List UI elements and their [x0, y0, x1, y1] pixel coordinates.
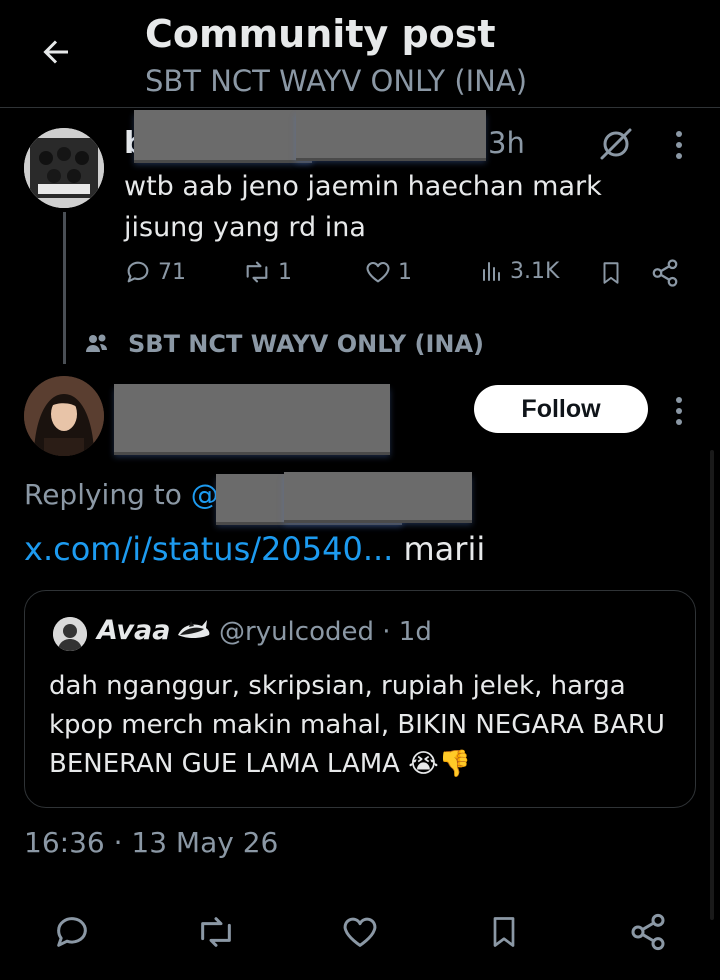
- reply-icon: [127, 261, 149, 283]
- reply-icon: [57, 917, 87, 947]
- repost-count: 1: [278, 259, 292, 285]
- quoted-tweet-avatar[interactable]: [53, 617, 87, 651]
- community-label: SBT NCT WAYV ONLY (INA): [128, 330, 485, 358]
- like-button[interactable]: [338, 910, 382, 954]
- share-button[interactable]: [626, 910, 670, 954]
- heart-icon: [366, 261, 390, 283]
- like-action[interactable]: 1: [364, 258, 412, 286]
- main-tweet-avatar[interactable]: [24, 376, 104, 456]
- parent-tweet-avatar[interactable]: [24, 128, 104, 208]
- main-tweet-text-after-link: marii: [393, 530, 486, 568]
- community-icon: [86, 334, 107, 352]
- share-action[interactable]: [650, 258, 680, 288]
- status-link[interactable]: x.com/i/status/20540...: [24, 530, 393, 568]
- views-action[interactable]: 3.1K: [480, 258, 559, 284]
- arrow-left-icon: [43, 40, 68, 64]
- more-options-icon[interactable]: [664, 128, 694, 162]
- page-title: Community post: [145, 12, 496, 56]
- redaction-block: [296, 110, 486, 158]
- analytics-icon: [483, 262, 500, 281]
- scrollbar[interactable]: [710, 450, 714, 920]
- bottom-action-bar: [0, 900, 720, 966]
- repost-action[interactable]: 1: [242, 258, 292, 286]
- reply-count: 71: [158, 259, 186, 285]
- main-tweet-text: x.com/i/status/20540... marii: [24, 530, 485, 568]
- quoted-tweet[interactable]: Avaa @ryulcoded · 1d dah nganggur, skrip…: [24, 590, 696, 808]
- like-count: 1: [398, 259, 412, 285]
- tweet-timestamp[interactable]: 16:36 · 13 May 26: [24, 826, 278, 859]
- bookmark-action[interactable]: [598, 258, 624, 288]
- quoted-author-name[interactable]: Avaa: [97, 615, 170, 646]
- community-name[interactable]: SBT NCT WAYV ONLY (INA): [145, 64, 527, 98]
- replying-prefix: Replying to: [24, 478, 191, 511]
- reply-action[interactable]: 71: [124, 258, 186, 286]
- repost-icon: [246, 261, 268, 283]
- bookmark-button[interactable]: [482, 910, 526, 954]
- orca-emoji-icon: [175, 615, 211, 649]
- replying-handle[interactable]: @: [191, 478, 219, 511]
- parent-tweet-text: wtb aab jeno jaemin haechan mark jisung …: [124, 171, 602, 243]
- redaction-block: [134, 110, 312, 160]
- repost-icon: [201, 917, 231, 947]
- replying-to: Replying to @: [24, 478, 219, 511]
- view-count: 3.1K: [510, 258, 560, 284]
- parent-tweet-actions: 71 1 1 3.1K: [124, 258, 684, 294]
- back-button[interactable]: [34, 30, 78, 74]
- quoted-tweet-text: dah nganggur, skripsian, rupiah jelek, h…: [49, 671, 665, 779]
- follow-button[interactable]: Follow: [474, 385, 648, 433]
- heart-icon: [343, 917, 377, 947]
- thread-connector: [63, 212, 66, 364]
- share-icon: [652, 259, 678, 287]
- bookmark-icon: [493, 917, 515, 947]
- share-icon: [631, 913, 665, 951]
- community-context[interactable]: SBT NCT WAYV ONLY (INA): [84, 330, 484, 358]
- reply-button[interactable]: [50, 910, 94, 954]
- quoted-handle-time: @ryulcoded · 1d: [219, 617, 432, 647]
- bookmark-icon: [603, 262, 619, 284]
- repost-button[interactable]: [194, 910, 238, 954]
- grok-icon[interactable]: [596, 124, 636, 164]
- more-options-icon[interactable]: [664, 394, 694, 428]
- redaction-block: [114, 384, 390, 452]
- parent-tweet-time[interactable]: 3h: [488, 126, 525, 160]
- redaction-block: [284, 472, 472, 520]
